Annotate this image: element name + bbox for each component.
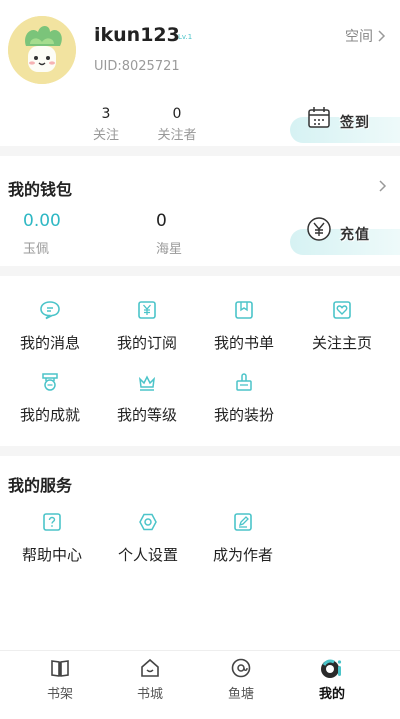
bottom-tab-bar: 书架 书城 鱼塘 我的 [0, 650, 400, 719]
chevron-right-icon [379, 180, 387, 192]
profile-header: ikun123 Lv.1 UID:8025721 空间 3 关注 0 关注者 签… [0, 0, 400, 150]
checkin-label: 签到 [340, 115, 370, 131]
checkin-button[interactable]: 签到 [290, 104, 400, 143]
message-icon [40, 301, 60, 320]
my-booklist-item[interactable]: 我的书单 [198, 300, 290, 353]
level-badge: Lv.1 [178, 33, 193, 41]
tab-profile[interactable]: 我的 [292, 651, 372, 702]
my-subscriptions-label: 我的订阅 [116, 334, 177, 352]
feature-grid: 我的消息 我的订阅 我的书单 关注主页 我的成就 我的等级 我的装扮 [0, 276, 400, 446]
jade-value: 0.00 [23, 211, 61, 231]
follow-homepage-item[interactable]: 关注主页 [296, 300, 388, 353]
become-author-item[interactable]: 成为作者 [197, 512, 289, 565]
recharge-button[interactable]: 充值 [290, 216, 400, 255]
following-label: 关注 [92, 128, 119, 143]
star-value: 0 [156, 211, 167, 231]
profile-icon [321, 659, 342, 678]
subscription-icon [138, 301, 156, 319]
services-title: 我的服务 [8, 476, 73, 495]
tab-bookshelf[interactable]: 书架 [20, 651, 100, 702]
bookshelf-icon [51, 660, 69, 677]
following-count: 3 [101, 106, 111, 122]
avatar[interactable] [8, 16, 76, 84]
user-id: UID:8025721 [94, 59, 180, 74]
booklist-icon [235, 301, 253, 319]
author-icon [234, 513, 252, 531]
calendar-icon [308, 107, 330, 128]
dressup-icon [236, 373, 252, 391]
fishpond-icon [231, 658, 251, 678]
wallet-title: 我的钱包 [8, 180, 73, 199]
following-stat[interactable]: 3 关注 [76, 106, 136, 143]
section-divider [0, 266, 400, 276]
my-level-label: 我的等级 [116, 406, 177, 424]
yen-coin-icon [307, 217, 331, 241]
my-messages-label: 我的消息 [19, 334, 80, 352]
bookstore-icon [141, 658, 159, 677]
personal-settings-label: 个人设置 [117, 546, 178, 564]
tab-fishpond-label: 鱼塘 [227, 687, 254, 702]
tab-fishpond[interactable]: 鱼塘 [201, 651, 281, 702]
my-dressup-label: 我的装扮 [213, 406, 274, 424]
medal-icon [42, 373, 58, 391]
space-link-label: 空间 [345, 29, 373, 45]
section-divider [0, 146, 400, 156]
space-link[interactable]: 空间 [345, 26, 386, 46]
cabbage-avatar-icon [8, 16, 76, 84]
followers-stat[interactable]: 0 关注者 [147, 106, 207, 143]
heart-page-icon [333, 301, 351, 319]
username: ikun123 [94, 24, 180, 46]
tab-profile-label: 我的 [318, 687, 345, 702]
my-achievements-label: 我的成就 [19, 406, 80, 424]
my-level-item[interactable]: 我的等级 [101, 372, 193, 425]
my-messages-item[interactable]: 我的消息 [4, 300, 96, 353]
followers-count: 0 [172, 106, 182, 122]
tab-bookstore-label: 书城 [136, 687, 163, 702]
chevron-right-icon [378, 30, 386, 42]
help-icon [43, 513, 61, 531]
become-author-label: 成为作者 [212, 546, 273, 564]
jade-label: 玉佩 [23, 242, 50, 257]
my-dressup-item[interactable]: 我的装扮 [198, 372, 290, 425]
help-center-item[interactable]: 帮助中心 [6, 512, 98, 565]
my-booklist-label: 我的书单 [213, 334, 274, 352]
follow-homepage-label: 关注主页 [311, 334, 372, 352]
my-achievements-item[interactable]: 我的成就 [4, 372, 96, 425]
crown-icon [138, 375, 156, 391]
followers-label: 关注者 [157, 128, 197, 143]
tab-bookstore[interactable]: 书城 [110, 651, 190, 702]
help-center-label: 帮助中心 [21, 546, 82, 564]
settings-icon [139, 513, 157, 531]
section-divider [0, 446, 400, 456]
recharge-label: 充值 [340, 227, 370, 243]
my-subscriptions-item[interactable]: 我的订阅 [101, 300, 193, 353]
star-label: 海星 [156, 242, 183, 257]
tab-bookshelf-label: 书架 [46, 687, 73, 702]
personal-settings-item[interactable]: 个人设置 [102, 512, 194, 565]
